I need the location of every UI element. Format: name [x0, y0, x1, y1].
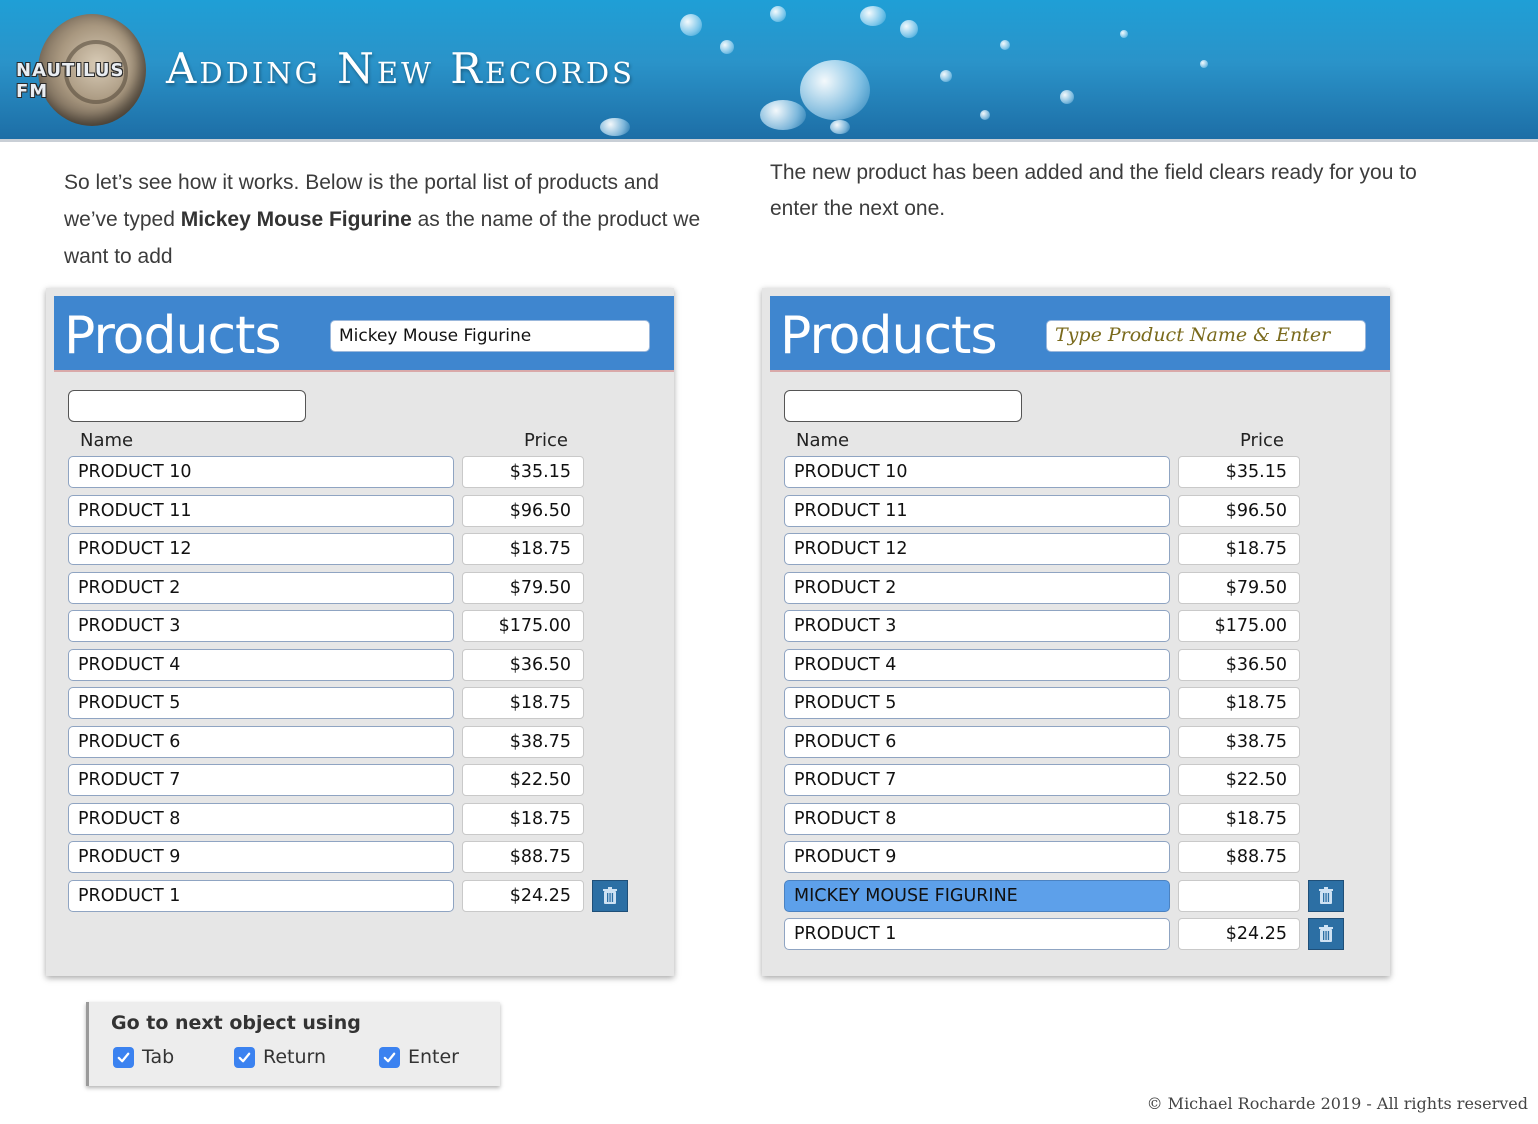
product-price-field[interactable]: $35.15: [462, 456, 584, 488]
right-caption: The new product has been added and the f…: [770, 161, 1417, 220]
product-name-field[interactable]: PRODUCT 5: [68, 687, 454, 719]
product-price-field[interactable]: $18.75: [1178, 533, 1300, 565]
next-object-preferences: Go to next object using Tab Return Enter: [86, 1002, 500, 1086]
trash-icon: [1318, 925, 1334, 943]
product-price-field[interactable]: $79.50: [1178, 571, 1300, 604]
column-header-name: Name: [796, 430, 850, 451]
product-name-field[interactable]: PRODUCT 4: [784, 648, 1170, 681]
delete-row-button[interactable]: [592, 879, 628, 912]
product-name-field[interactable]: PRODUCT 1: [784, 918, 1170, 950]
product-price-field[interactable]: $24.25: [1178, 918, 1300, 950]
product-price-field[interactable]: $175.00: [1178, 610, 1300, 642]
product-price-field[interactable]: $175.00: [462, 610, 584, 642]
checkmark-icon: [379, 1046, 400, 1068]
product-name-field[interactable]: PRODUCT 1: [68, 879, 454, 912]
product-price-field[interactable]: $22.50: [1178, 764, 1300, 796]
checkmark-icon: [113, 1046, 134, 1068]
new-product-input[interactable]: Mickey Mouse Figurine: [330, 320, 650, 352]
nautilus-logo: NAUTILUS FM: [14, 10, 154, 130]
product-price-field[interactable]: $36.50: [462, 648, 584, 681]
product-price-field[interactable]: $38.75: [1178, 725, 1300, 758]
checkbox-label: Enter: [408, 1046, 459, 1068]
product-name-field[interactable]: PRODUCT 8: [68, 802, 454, 835]
product-price-field[interactable]: $18.75: [1178, 802, 1300, 835]
product-name-field[interactable]: PRODUCT 6: [784, 725, 1170, 758]
product-price-field[interactable]: $96.50: [1178, 494, 1300, 527]
product-price-field[interactable]: $18.75: [462, 533, 584, 565]
copyright: © Michael Rocharde 2019 - All rights res…: [1146, 1094, 1528, 1113]
product-price-field[interactable]: $36.50: [1178, 648, 1300, 681]
product-name-field[interactable]: PRODUCT 4: [68, 648, 454, 681]
product-name-field[interactable]: PRODUCT 3: [784, 610, 1170, 642]
product-name-field[interactable]: PRODUCT 9: [784, 841, 1170, 873]
product-name-field[interactable]: PRODUCT 11: [68, 494, 454, 527]
product-price-field[interactable]: $79.50: [462, 571, 584, 604]
product-price-field[interactable]: $18.75: [462, 802, 584, 835]
delete-row-button[interactable]: [1308, 879, 1344, 912]
prefs-title: Go to next object using: [111, 1012, 361, 1034]
new-product-input[interactable]: Type Product Name & Enter: [1046, 320, 1366, 352]
product-price-field[interactable]: $18.75: [462, 687, 584, 719]
checkbox-label: Tab: [142, 1046, 175, 1068]
product-name-field[interactable]: PRODUCT 9: [68, 841, 454, 873]
product-name-field[interactable]: PRODUCT 5: [784, 687, 1170, 719]
product-name-field[interactable]: PRODUCT 2: [784, 571, 1170, 604]
enter-checkbox[interactable]: Enter: [379, 1046, 459, 1068]
products-panel-after: Products Type Product Name & Enter Name …: [762, 288, 1390, 976]
trash-icon: [1318, 886, 1334, 905]
product-name-field[interactable]: PRODUCT 7: [68, 764, 454, 796]
panel-header: Products Mickey Mouse Figurine: [54, 296, 674, 372]
tab-checkbox[interactable]: Tab: [113, 1046, 174, 1068]
left-caption: So let’s see how it works. Below is the …: [64, 164, 704, 275]
product-name-field[interactable]: PRODUCT 12: [68, 533, 454, 565]
page-title: Adding New Records: [166, 44, 635, 93]
column-header-price: Price: [524, 430, 568, 451]
checkbox-label: Return: [263, 1046, 327, 1068]
panel-title: Products: [64, 306, 282, 366]
product-name-field[interactable]: PRODUCT 10: [68, 456, 454, 488]
product-name-field[interactable]: PRODUCT 3: [68, 610, 454, 642]
product-price-field[interactable]: $35.15: [1178, 456, 1300, 488]
delete-row-button[interactable]: [1308, 918, 1344, 950]
panel-title: Products: [780, 306, 998, 366]
product-name-field[interactable]: PRODUCT 2: [68, 571, 454, 604]
product-name-field[interactable]: PRODUCT 8: [784, 802, 1170, 835]
product-name-field[interactable]: PRODUCT 10: [784, 456, 1170, 488]
product-price-field[interactable]: [1178, 879, 1300, 912]
product-price-field[interactable]: $38.75: [462, 725, 584, 758]
column-header-price: Price: [1240, 430, 1284, 451]
product-price-field[interactable]: $88.75: [1178, 841, 1300, 873]
checkmark-icon: [234, 1046, 255, 1068]
product-name-field[interactable]: PRODUCT 11: [784, 494, 1170, 527]
panel-header: Products Type Product Name & Enter: [770, 296, 1390, 372]
product-price-field[interactable]: $96.50: [462, 494, 584, 527]
product-name-field[interactable]: PRODUCT 6: [68, 725, 454, 758]
product-price-field[interactable]: $24.25: [462, 879, 584, 912]
column-header-name: Name: [80, 430, 134, 451]
product-price-field[interactable]: $88.75: [462, 841, 584, 873]
product-price-field[interactable]: $22.50: [462, 764, 584, 796]
left-caption-bold: Mickey Mouse Figurine: [180, 208, 412, 231]
logo-text: NAUTILUS FM: [16, 60, 125, 102]
product-name-field[interactable]: PRODUCT 7: [784, 764, 1170, 796]
trash-icon: [602, 886, 618, 905]
header-banner: NAUTILUS FM Adding New Records: [0, 0, 1538, 142]
product-name-field[interactable]: MICKEY MOUSE FIGURINE: [784, 879, 1170, 912]
product-name-field[interactable]: PRODUCT 12: [784, 533, 1170, 565]
products-panel-before: Products Mickey Mouse Figurine Name Pric…: [46, 288, 674, 976]
product-price-field[interactable]: $18.75: [1178, 687, 1300, 719]
search-input[interactable]: [784, 390, 1022, 422]
search-input[interactable]: [68, 390, 306, 422]
return-checkbox[interactable]: Return: [234, 1046, 326, 1068]
